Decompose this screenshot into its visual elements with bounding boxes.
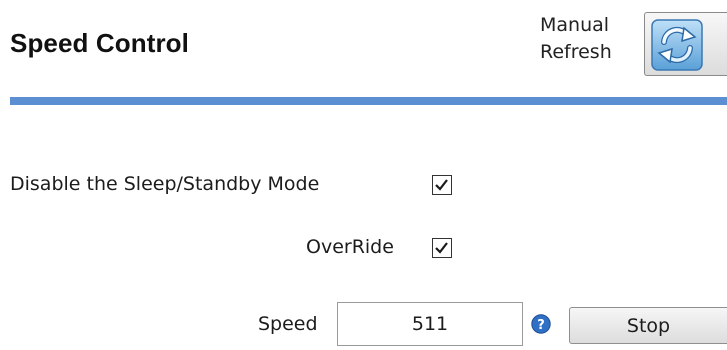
speed-control-panel: Speed Control Manual Refresh Disable the… — [0, 0, 727, 350]
speed-input[interactable] — [337, 302, 523, 346]
header-divider — [10, 97, 727, 105]
manual-refresh-label: Manual Refresh — [540, 12, 624, 66]
help-icon[interactable]: ? — [531, 314, 551, 334]
speed-label: Speed — [258, 313, 318, 335]
refresh-icon — [651, 19, 703, 71]
checkmark-icon — [435, 242, 448, 254]
disable-sleep-checkbox[interactable] — [432, 175, 452, 195]
manual-refresh-label-line2: Refresh — [540, 41, 612, 63]
checkmark-icon — [435, 179, 448, 191]
override-checkbox[interactable] — [432, 238, 452, 258]
svg-text:?: ? — [537, 318, 545, 333]
manual-refresh-button[interactable] — [644, 12, 727, 76]
override-label: OverRide — [306, 236, 394, 258]
disable-sleep-label: Disable the Sleep/Standby Mode — [10, 173, 320, 195]
stop-button[interactable]: Stop — [569, 307, 727, 344]
manual-refresh-label-line1: Manual — [540, 14, 610, 36]
page-title: Speed Control — [10, 28, 189, 58]
